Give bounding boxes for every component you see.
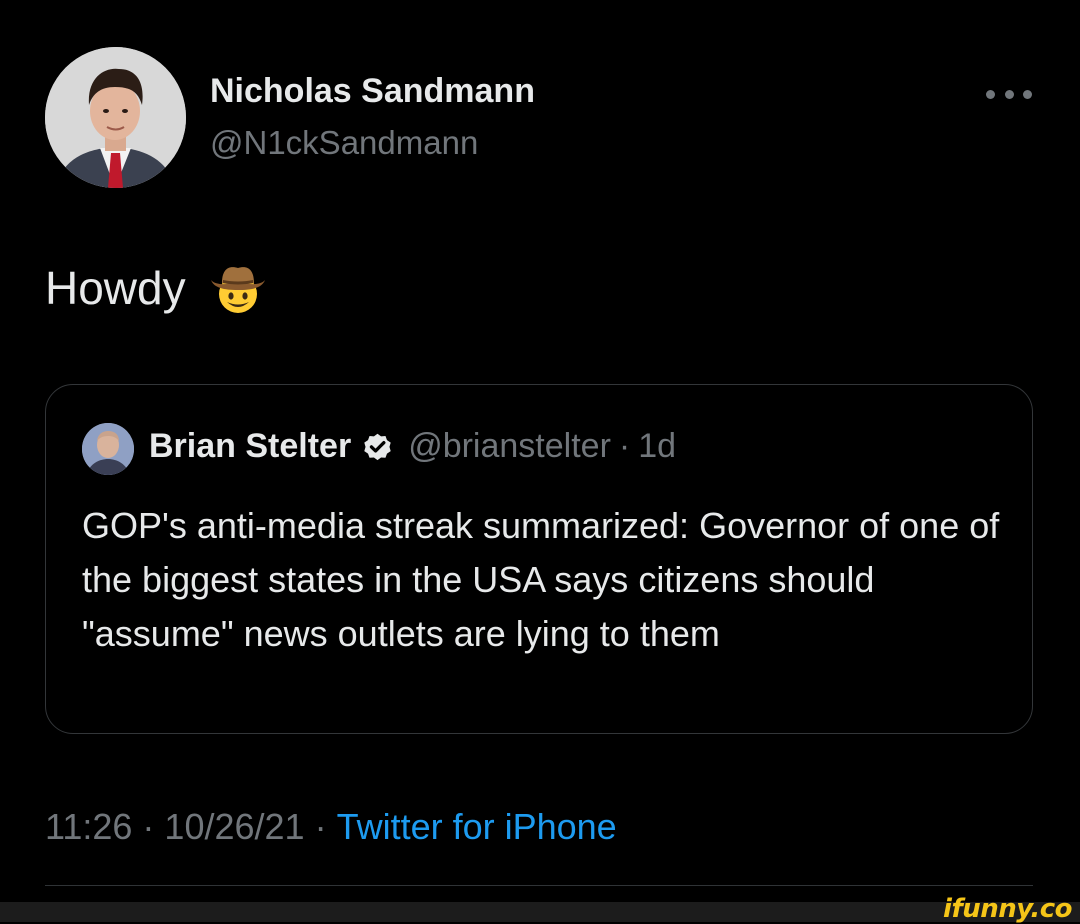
- tweet-body: Howdy: [45, 258, 268, 318]
- author-display-name[interactable]: Nicholas Sandmann: [210, 72, 535, 111]
- author-avatar[interactable]: [45, 47, 186, 188]
- separator: ·: [142, 806, 155, 847]
- tweet-text: Howdy: [45, 262, 186, 314]
- quoted-tweet-header: Brian Stelter @brianstelter · 1d: [149, 427, 676, 466]
- quoted-author-photo: [82, 423, 134, 475]
- dot: [986, 89, 995, 99]
- more-options-icon[interactable]: [986, 80, 1032, 108]
- author-photo: [45, 47, 186, 188]
- quoted-author-handle[interactable]: @brianstelter: [408, 427, 611, 466]
- footer-bar: [0, 902, 1080, 922]
- separator: ·: [618, 427, 631, 465]
- tweet-time[interactable]: 11:26: [45, 806, 132, 847]
- dot: [1004, 89, 1014, 99]
- quoted-tweet-card[interactable]: Brian Stelter @brianstelter · 1d GOP's a…: [45, 384, 1033, 734]
- author-handle[interactable]: @N1ckSandmann: [210, 124, 478, 162]
- quoted-tweet-text: GOP's anti-media streak summarized: Gove…: [82, 505, 1000, 654]
- quoted-tweet-time[interactable]: 1d: [638, 427, 676, 466]
- tweet-source-link[interactable]: Twitter for iPhone: [337, 806, 617, 847]
- tweet-date[interactable]: 10/26/21: [164, 806, 304, 847]
- verified-badge-icon: [361, 430, 394, 463]
- quoted-author-name[interactable]: Brian Stelter: [149, 427, 351, 466]
- tweet-meta: 11:26 · 10/26/21 · Twitter for iPhone: [45, 806, 617, 848]
- quoted-author-avatar[interactable]: [82, 423, 134, 475]
- watermark-logo: ifunny.co: [943, 894, 1072, 924]
- cowboy-hat-face-icon: [208, 258, 268, 318]
- divider: [45, 885, 1033, 886]
- separator: ·: [314, 806, 327, 847]
- dot: [1023, 89, 1032, 99]
